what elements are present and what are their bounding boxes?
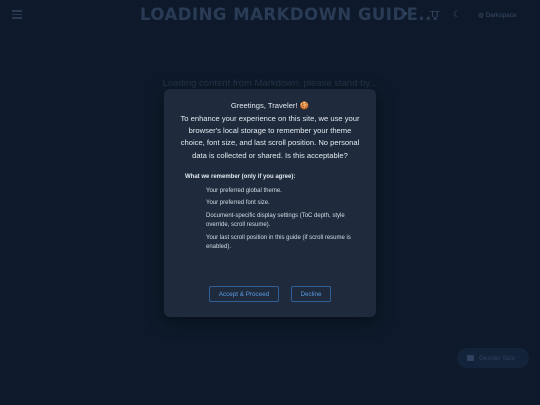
page-title: LOADING MARKDOWN GUIDE... (140, 5, 439, 24)
dialog-intro: To enhance your experience on this site,… (180, 114, 360, 160)
fab-label: Gender Size (479, 354, 516, 362)
list-item: Your preferred global theme. (206, 187, 282, 194)
accept-button[interactable]: Accept & Proceed (209, 286, 279, 302)
remember-heading: What we remember (only if you agree): (185, 173, 296, 180)
remember-list: Your preferred global theme. Your prefer… (176, 187, 364, 253)
font-size-icon[interactable]: TT (430, 10, 440, 19)
theme-select-value: Darkspace (485, 12, 517, 19)
loading-message: Loading content from Markdown, please st… (162, 78, 378, 89)
floating-action-button[interactable]: Gender Size (457, 348, 529, 368)
consent-dialog: Greetings, Traveler! 🍪 To enhance your e… (164, 89, 376, 317)
list-item: Your preferred font size. (206, 200, 270, 207)
chat-icon (467, 355, 474, 361)
decline-button[interactable]: Decline (291, 286, 331, 302)
menu-icon[interactable] (12, 10, 22, 19)
dialog-greeting: Greetings, Traveler! 🍪 (230, 101, 310, 110)
palette-icon: ◍ (478, 12, 484, 19)
moon-icon[interactable]: ☾ (453, 10, 461, 20)
dialog-actions: Accept & Proceed Decline (164, 286, 376, 302)
list-item: Document-specific display settings (ToC … (206, 212, 345, 229)
chevron-down-icon: ▾ (404, 11, 408, 18)
theme-select[interactable]: ◍ Darkspace (478, 11, 517, 19)
list-item: Your last scroll position in this guide … (206, 234, 351, 251)
top-bar: LOADING MARKDOWN GUIDE... ▾ TT ☾ ◍ Darks… (0, 0, 540, 30)
